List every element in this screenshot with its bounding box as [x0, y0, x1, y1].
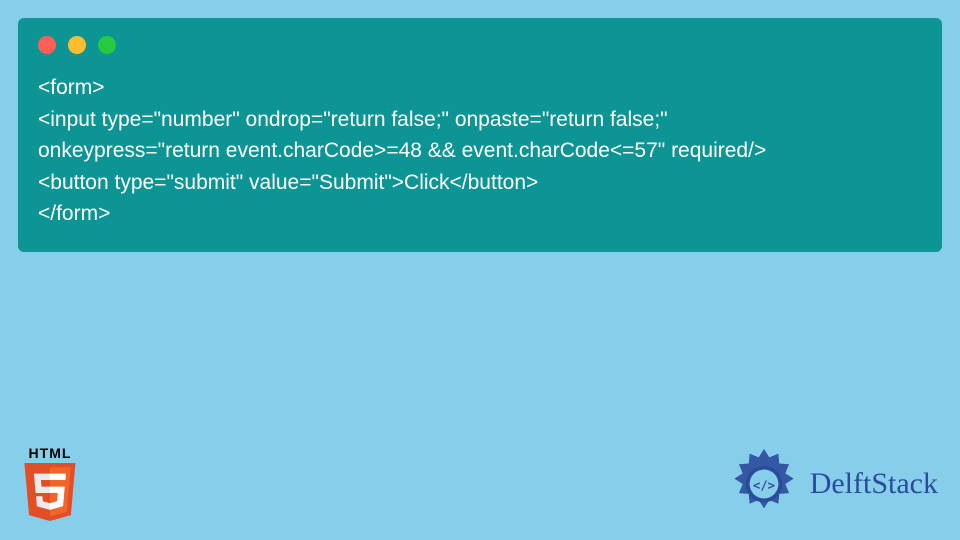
- code-content: <form> <input type="number" ondrop="retu…: [38, 72, 922, 230]
- window-traffic-lights: [38, 36, 922, 54]
- html5-shield-icon: [21, 462, 79, 522]
- delftstack-brand: </> DelftStack: [726, 446, 938, 522]
- html5-logo: HTML: [18, 445, 82, 522]
- code-line: <form>: [38, 76, 105, 99]
- delftstack-text: DelftStack: [810, 467, 938, 501]
- delftstack-logo-icon: </>: [726, 446, 802, 522]
- svg-text:</>: </>: [753, 478, 775, 492]
- minimize-icon: [68, 36, 86, 54]
- code-line: onkeypress="return event.charCode>=48 &&…: [38, 139, 766, 162]
- code-line: </form>: [38, 202, 110, 225]
- html5-label: HTML: [18, 445, 82, 461]
- code-line: <input type="number" ondrop="return fals…: [38, 108, 668, 131]
- code-line: <button type="submit" value="Submit">Cli…: [38, 171, 538, 194]
- maximize-icon: [98, 36, 116, 54]
- close-icon: [38, 36, 56, 54]
- code-block: <form> <input type="number" ondrop="retu…: [18, 18, 942, 252]
